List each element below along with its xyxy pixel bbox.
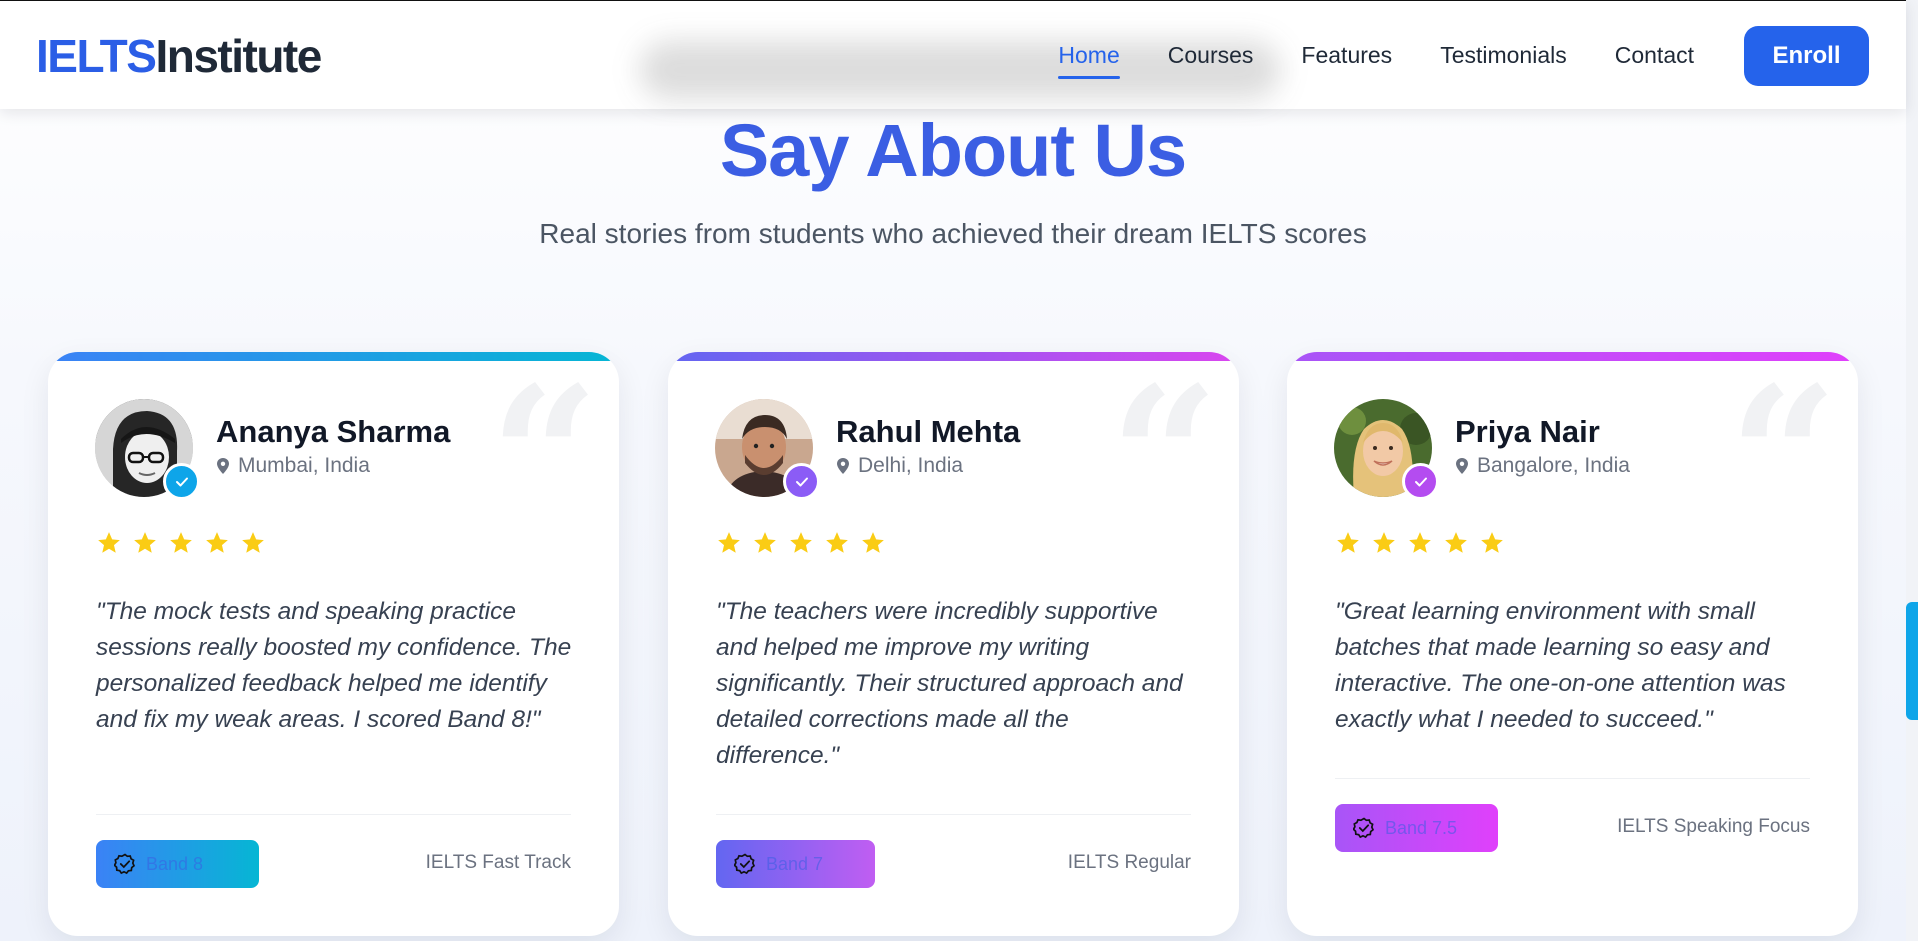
avatar (95, 399, 200, 500)
testimonial-quote: "The teachers were incredibly supportive… (716, 598, 1183, 769)
student-location: Delhi, India (836, 454, 963, 478)
scrollbar-thumb[interactable] (1906, 602, 1918, 720)
nav-courses[interactable]: Courses (1168, 36, 1254, 75)
location-text: Bangalore, India (1477, 454, 1630, 477)
star-icon (790, 532, 812, 553)
logo[interactable]: IELTSInstitute (36, 29, 322, 83)
enroll-button[interactable]: Enroll (1744, 25, 1869, 86)
quote-icon: “ (1109, 352, 1219, 568)
star-icon (1409, 532, 1431, 553)
score-badge: Band 7.5 (1335, 804, 1498, 852)
quote-icon: “ (1728, 352, 1838, 568)
star-icon (98, 532, 120, 553)
nav-contact[interactable]: Contact (1615, 36, 1694, 75)
testimonial-card: “ Priya Nair Bangalore, India "Great lea (1287, 352, 1858, 936)
logo-primary: IELTS (36, 30, 157, 82)
testimonial-card: “ Ananya Sharma Mumbai, India "The mock … (48, 352, 619, 936)
page-scrollbar[interactable] (1906, 0, 1918, 941)
logo-secondary: Institute (155, 30, 322, 82)
program-name: IELTS Fast Track (425, 852, 571, 873)
score-badge-label: Band 7.5 (1385, 817, 1458, 838)
program-name: IELTS Speaking Focus (1617, 816, 1810, 837)
star-icon (1373, 532, 1395, 553)
star-icon (1337, 532, 1359, 553)
location-text: Mumbai, India (238, 454, 370, 477)
score-badge: Band 8 (96, 840, 259, 888)
nav-features[interactable]: Features (1301, 36, 1392, 75)
verified-check-icon (163, 463, 200, 500)
score-badge-label: Band 7 (766, 853, 824, 874)
star-icon (206, 532, 228, 553)
verified-check-icon (783, 463, 820, 500)
star-icon (1481, 532, 1503, 553)
section-subtitle: Real stories from students who achieved … (539, 218, 1367, 249)
divider (716, 814, 1191, 815)
location-pin-icon (1456, 458, 1468, 474)
star-icon (862, 532, 884, 553)
star-icon (1445, 532, 1467, 553)
nav-testimonials[interactable]: Testimonials (1440, 36, 1567, 75)
score-badge-label: Band 8 (146, 853, 204, 874)
section-title: Say About Us (719, 109, 1187, 192)
star-icon (242, 532, 264, 553)
site-header: IELTSInstitute Home Courses Features Tes… (0, 0, 1906, 109)
quote-icon: “ (489, 352, 599, 568)
score-badge: Band 7 (716, 840, 875, 888)
testimonial-quote: "The mock tests and speaking practice se… (96, 598, 572, 733)
badge-check-icon (114, 853, 136, 875)
divider (96, 814, 571, 815)
location-text: Delhi, India (858, 454, 964, 477)
student-location: Mumbai, India (216, 454, 370, 478)
student-location: Bangalore, India (1455, 454, 1630, 478)
main-nav: Home Courses Features Testimonials Conta… (1058, 1, 1906, 110)
location-pin-icon (837, 458, 849, 474)
avatar (1334, 399, 1439, 500)
avatar (715, 399, 820, 500)
nav-home[interactable]: Home (1058, 36, 1121, 79)
star-icon (826, 532, 848, 553)
star-icon (754, 532, 776, 553)
student-name: Priya Nair (1455, 414, 1600, 449)
testimonial-card: “ Rahul Mehta Delhi, India "The teachers (668, 352, 1239, 936)
verified-check-icon (1402, 463, 1439, 500)
divider (1335, 778, 1810, 779)
star-rating (96, 530, 266, 556)
star-icon (170, 532, 192, 553)
location-pin-icon (217, 458, 229, 474)
student-name: Rahul Mehta (836, 414, 1021, 449)
star-rating (716, 530, 886, 556)
star-icon (134, 532, 156, 553)
testimonial-quote: "Great learning environment with small b… (1335, 598, 1786, 733)
student-name: Ananya Sharma (216, 414, 451, 449)
badge-check-icon (1353, 817, 1375, 839)
star-rating (1335, 530, 1505, 556)
program-name: IELTS Regular (1067, 852, 1191, 873)
badge-check-icon (734, 853, 756, 875)
star-icon (718, 532, 740, 553)
